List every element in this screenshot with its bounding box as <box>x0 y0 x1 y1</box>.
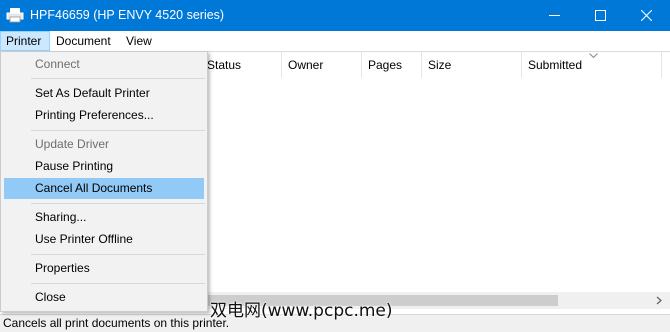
status-text: Cancels all print documents on this prin… <box>3 316 230 330</box>
menu-separator <box>31 254 205 255</box>
menu-item-pause-printing[interactable]: Pause Printing <box>4 156 204 177</box>
menu-document[interactable]: Document <box>50 31 117 51</box>
menu-item-update-driver: Update Driver <box>35 137 110 151</box>
column-header-pages[interactable]: Pages <box>362 52 422 78</box>
scroll-right-arrow-icon[interactable] <box>652 294 666 307</box>
menu-item-use-printer-offline[interactable]: Use Printer Offline <box>4 229 204 250</box>
minimize-button[interactable] <box>532 0 578 31</box>
close-button[interactable] <box>624 0 670 31</box>
column-header-size[interactable]: Size <box>422 52 522 78</box>
menu-item-close[interactable]: Close <box>4 287 204 308</box>
watermark: 双电网(www.pcpc.me) <box>210 301 393 321</box>
printer-icon <box>6 8 24 23</box>
window-title: HPF46659 (HP ENVY 4520 series) <box>30 8 225 22</box>
maximize-icon <box>595 10 606 21</box>
close-icon <box>641 10 652 21</box>
menu-bar: Printer Document View <box>0 31 670 51</box>
menu-separator <box>31 130 205 131</box>
menu-item-connect: Connect <box>35 57 80 71</box>
sort-chevron-icon <box>589 53 598 58</box>
menu-item-cancel-all-documents[interactable]: Cancel All Documents <box>4 178 204 199</box>
menu-item-printing-preferences[interactable]: Printing Preferences... <box>4 105 204 126</box>
menu-view[interactable]: View <box>120 31 158 51</box>
column-header-status[interactable]: Status <box>201 52 282 78</box>
menu-separator <box>31 283 205 284</box>
printer-menu-dropdown: Connect Set As Default Printer Printing … <box>0 51 208 312</box>
column-header-owner[interactable]: Owner <box>282 52 362 78</box>
menu-item-properties[interactable]: Properties <box>4 258 204 279</box>
minimize-icon <box>549 15 560 16</box>
menu-item-sharing[interactable]: Sharing... <box>4 207 204 228</box>
title-bar: HPF46659 (HP ENVY 4520 series) <box>0 0 670 31</box>
menu-printer[interactable]: Printer <box>0 31 50 51</box>
menu-separator <box>31 203 205 204</box>
maximize-button[interactable] <box>578 0 624 31</box>
menu-separator <box>31 78 205 79</box>
menu-item-set-default-printer[interactable]: Set As Default Printer <box>4 83 204 104</box>
